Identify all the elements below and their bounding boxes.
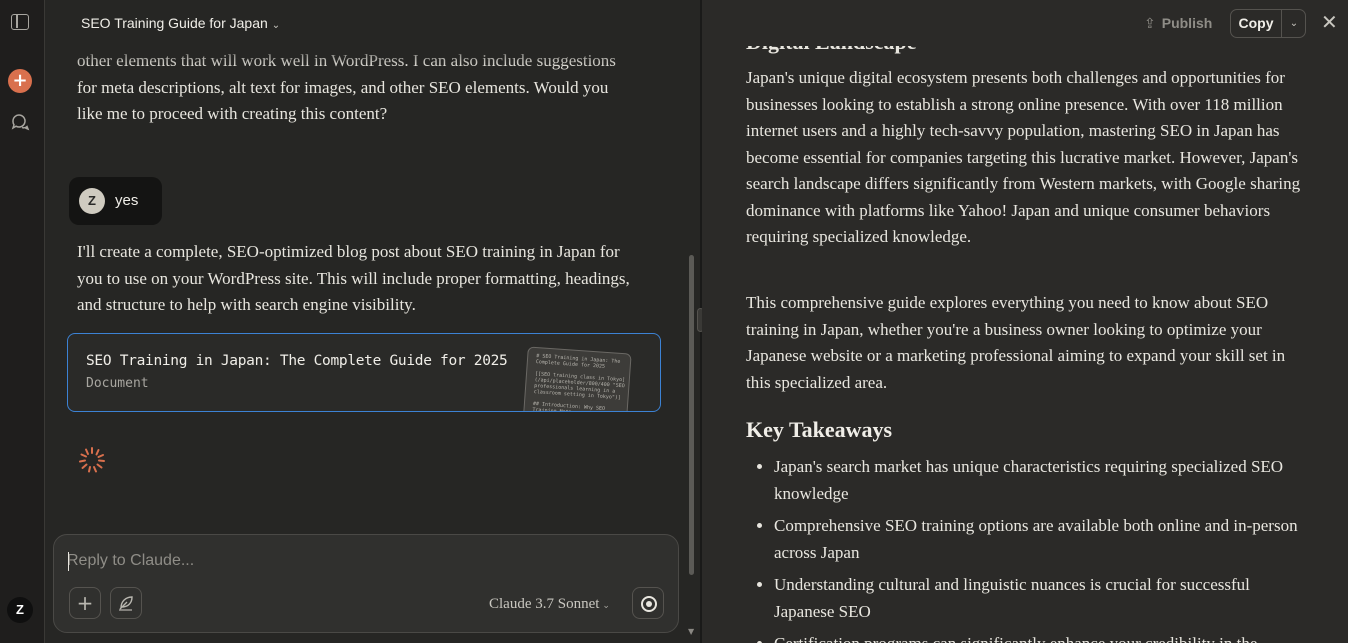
sidebar-toggle-icon[interactable]	[11, 14, 29, 30]
copy-button-group: Copy ⌄	[1230, 9, 1306, 38]
list-item: Certification programs can significantly…	[774, 631, 1314, 643]
artifact-type: Document	[86, 376, 149, 391]
style-button[interactable]	[110, 587, 142, 619]
chats-icon[interactable]	[10, 112, 30, 132]
list-item: Understanding cultural and linguistic nu…	[774, 572, 1314, 625]
document-paragraph-2: This comprehensive guide explores everyt…	[746, 293, 1286, 392]
assistant-message-reply: I'll create a complete, SEO-optimized bl…	[77, 242, 630, 314]
left-rail: + Z	[0, 0, 45, 643]
share-icon: ⇪	[1144, 15, 1156, 31]
chevron-down-icon: ⌄	[271, 20, 281, 31]
attach-button[interactable]: +	[69, 587, 101, 619]
list-item: Comprehensive SEO training options are a…	[774, 513, 1314, 566]
new-chat-button[interactable]: +	[8, 69, 32, 93]
user-message-text: yes	[115, 192, 139, 209]
document-toolbar: ⇪ Publish Copy ⌄ ✕	[702, 0, 1348, 46]
top-fade	[45, 38, 685, 68]
model-selector[interactable]: Claude 3.7 Sonnet ⌄	[489, 594, 610, 615]
close-icon[interactable]: ✕	[1321, 11, 1338, 33]
chat-title[interactable]: SEO Training Guide for Japan ⌄	[81, 13, 280, 36]
list-item: Japan's search market has unique charact…	[774, 454, 1314, 507]
document-pane: Digital Landscape Japan's unique digital…	[702, 0, 1348, 643]
user-message-avatar: Z	[79, 188, 105, 214]
reply-input[interactable]	[67, 550, 627, 572]
artifact-title: SEO Training in Japan: The Complete Guid…	[86, 353, 508, 369]
composer: + Claude 3.7 Sonnet⌄	[53, 534, 679, 633]
publish-button[interactable]: ⇪ Publish	[1144, 13, 1212, 33]
scroll-down-icon[interactable]: ▼	[688, 628, 694, 636]
user-message: Z yes	[69, 177, 162, 225]
chat-title-text: SEO Training Guide for Japan	[81, 15, 268, 31]
copy-button[interactable]: Copy	[1231, 10, 1282, 37]
artifact-card[interactable]: SEO Training in Japan: The Complete Guid…	[67, 333, 661, 412]
document-paragraph-1: Japan's unique digital ecosystem present…	[746, 68, 1301, 246]
chat-pane: other elements that will work well in Wo…	[45, 0, 700, 643]
model-name: Claude 3.7 Sonnet	[489, 596, 600, 612]
takeaways-list: Japan's search market has unique charact…	[774, 454, 1314, 643]
chat-scrollbar[interactable]	[689, 255, 694, 575]
user-avatar[interactable]: Z	[7, 597, 33, 623]
chevron-down-icon: ⌄	[602, 600, 610, 610]
loading-spinner-icon	[79, 447, 105, 473]
key-takeaways-heading: Key Takeaways	[746, 417, 893, 442]
record-button[interactable]	[632, 587, 664, 619]
publish-label: Publish	[1161, 15, 1213, 31]
text-caret	[68, 552, 69, 571]
artifact-thumbnail: # SEO Training in Japan: The Complete Gu…	[522, 346, 632, 411]
copy-options-chevron-icon[interactable]: ⌄	[1283, 10, 1305, 37]
feather-pen-icon	[119, 596, 133, 611]
